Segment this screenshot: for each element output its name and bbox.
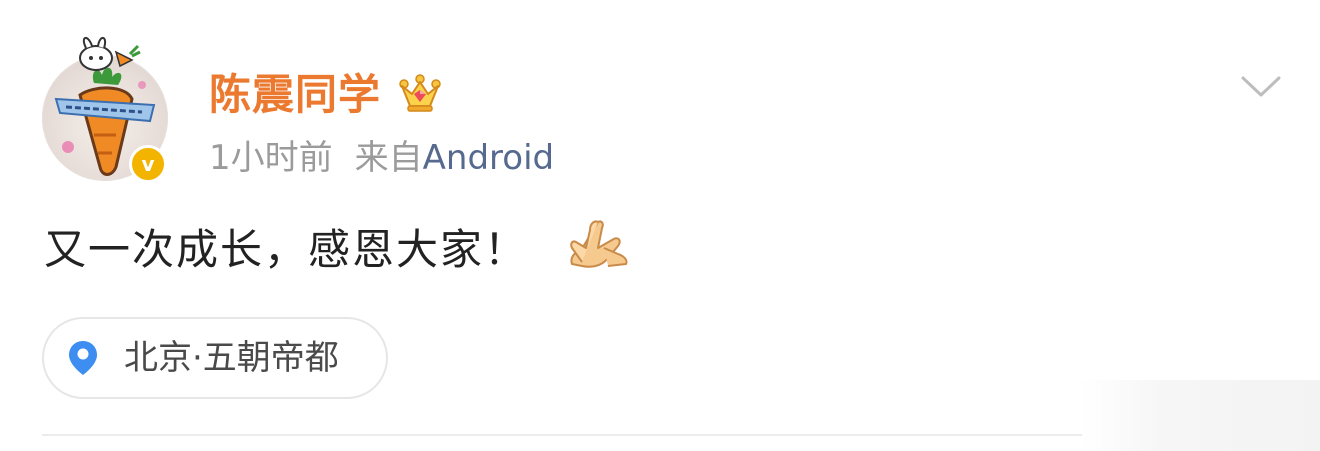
post-time: 1小时前 bbox=[209, 138, 333, 178]
folded-hands-icon bbox=[570, 220, 628, 268]
chevron-down-icon[interactable] bbox=[1240, 74, 1282, 100]
divider bbox=[42, 434, 1082, 436]
location-tag[interactable]: 北京·五朝帝都 bbox=[42, 317, 388, 399]
post-text: 又一次成长，感恩大家！ bbox=[44, 225, 529, 274]
post-card: v 陈震同学 1小时前 来自Android 又一次成长，感恩大家！ 北京·五朝帝都 bbox=[0, 0, 1320, 451]
source-prefix: 来自 bbox=[354, 138, 423, 178]
location-label: 北京·五朝帝都 bbox=[124, 338, 339, 378]
post-meta: 1小时前 来自Android bbox=[209, 136, 554, 180]
corner-fade bbox=[1080, 380, 1320, 451]
username[interactable]: 陈震同学 bbox=[209, 68, 381, 122]
bunny-decoration-icon bbox=[79, 37, 141, 71]
source-link[interactable]: Android bbox=[423, 138, 554, 178]
crown-icon[interactable] bbox=[398, 72, 442, 114]
location-pin-icon bbox=[69, 341, 97, 375]
verified-badge-icon: v bbox=[129, 145, 167, 183]
